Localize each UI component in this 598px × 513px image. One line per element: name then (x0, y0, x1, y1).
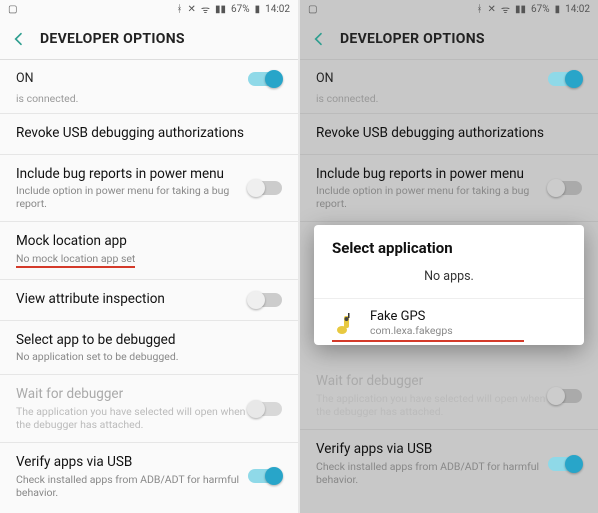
row-master-toggle: ON (300, 60, 598, 92)
row-verify-usb[interactable]: Verify apps via USB Check installed apps… (0, 443, 298, 510)
page-title: DEVELOPER OPTIONS (340, 31, 485, 47)
status-bar: ▢ ᚼ ✕ ᯤ ▮▮ 67% ▮ 14:02 (300, 0, 598, 18)
app-name: Fake GPS (370, 309, 566, 324)
clock: 14:02 (565, 4, 590, 15)
battery-icon: ▮ (555, 4, 561, 15)
screen-left: ▢ ᚼ ✕ ᯤ ▮▮ 67% ▮ 14:02 DEVELOPER OPTIONS… (0, 0, 298, 513)
mute-icon: ✕ (487, 4, 495, 15)
app-indicator-icon: ▢ (8, 4, 17, 15)
app-header: DEVELOPER OPTIONS (300, 18, 598, 60)
row-wait-debugger: Wait for debugger The application you ha… (0, 375, 298, 443)
row-master-toggle[interactable]: ON (0, 60, 298, 92)
dialog-no-apps[interactable]: No apps. (314, 263, 584, 299)
status-bar: ▢ ᚼ ✕ ᯤ ▮▮ 67% ▮ 14:02 (0, 0, 298, 18)
toggle-bug-reports[interactable] (248, 181, 282, 195)
toggle-master (548, 72, 582, 86)
battery-icon: ▮ (255, 4, 261, 15)
toggle-verify-usb (548, 457, 582, 471)
on-label: ON (316, 71, 548, 86)
app-header: DEVELOPER OPTIONS (0, 18, 298, 60)
bluetooth-icon: ᚼ (476, 4, 482, 15)
dialog-app-item[interactable]: Fake GPS com.lexa.fakegps (314, 299, 584, 345)
fake-gps-icon (332, 310, 358, 336)
signal-icon: ▮▮ (215, 4, 226, 15)
row-revoke-usb[interactable]: Revoke USB debugging authorizations (0, 114, 298, 155)
row-verify-usb: Verify apps via USB Check installed apps… (300, 430, 598, 497)
select-application-dialog: Select application No apps. Fake GPS com… (314, 225, 584, 345)
toggle-wait-debugger (248, 402, 282, 416)
toggle-bug-reports (548, 181, 582, 195)
wifi-icon: ᯤ (201, 2, 210, 16)
toggle-wait-debugger (548, 389, 582, 403)
row-view-attribute[interactable]: View attribute inspection (0, 280, 298, 321)
toggle-master[interactable] (248, 72, 282, 86)
row-bug-reports: Include bug reports in power menu Includ… (300, 155, 598, 223)
back-icon[interactable] (10, 30, 28, 48)
page-title: DEVELOPER OPTIONS (40, 31, 185, 47)
highlight-underline (332, 340, 524, 342)
mute-icon: ✕ (187, 4, 195, 15)
app-indicator-icon: ▢ (308, 4, 317, 15)
screen-right: ▢ ᚼ ✕ ᯤ ▮▮ 67% ▮ 14:02 DEVELOPER OPTIONS… (300, 0, 598, 513)
row-revoke-usb: Revoke USB debugging authorizations (300, 114, 598, 155)
clock: 14:02 (265, 4, 290, 15)
connected-text: is connected. (0, 92, 298, 114)
row-mock-location[interactable]: Mock location app No mock location app s… (0, 222, 298, 280)
on-label: ON (16, 71, 248, 86)
connected-text: is connected. (300, 92, 598, 114)
row-select-debug-app[interactable]: Select app to be debugged No application… (0, 321, 298, 376)
bluetooth-icon: ᚼ (176, 4, 182, 15)
app-package: com.lexa.fakegps (370, 324, 566, 337)
row-bug-reports[interactable]: Include bug reports in power menu Includ… (0, 155, 298, 223)
toggle-verify-usb[interactable] (248, 469, 282, 483)
dialog-title: Select application (314, 225, 584, 263)
battery-percent: 67% (531, 4, 550, 15)
back-icon[interactable] (310, 30, 328, 48)
signal-icon: ▮▮ (515, 4, 526, 15)
row-wait-debugger: Wait for debugger The application you ha… (300, 362, 598, 430)
battery-percent: 67% (231, 4, 250, 15)
toggle-view-attr[interactable] (248, 293, 282, 307)
wifi-icon: ᯤ (501, 2, 510, 16)
